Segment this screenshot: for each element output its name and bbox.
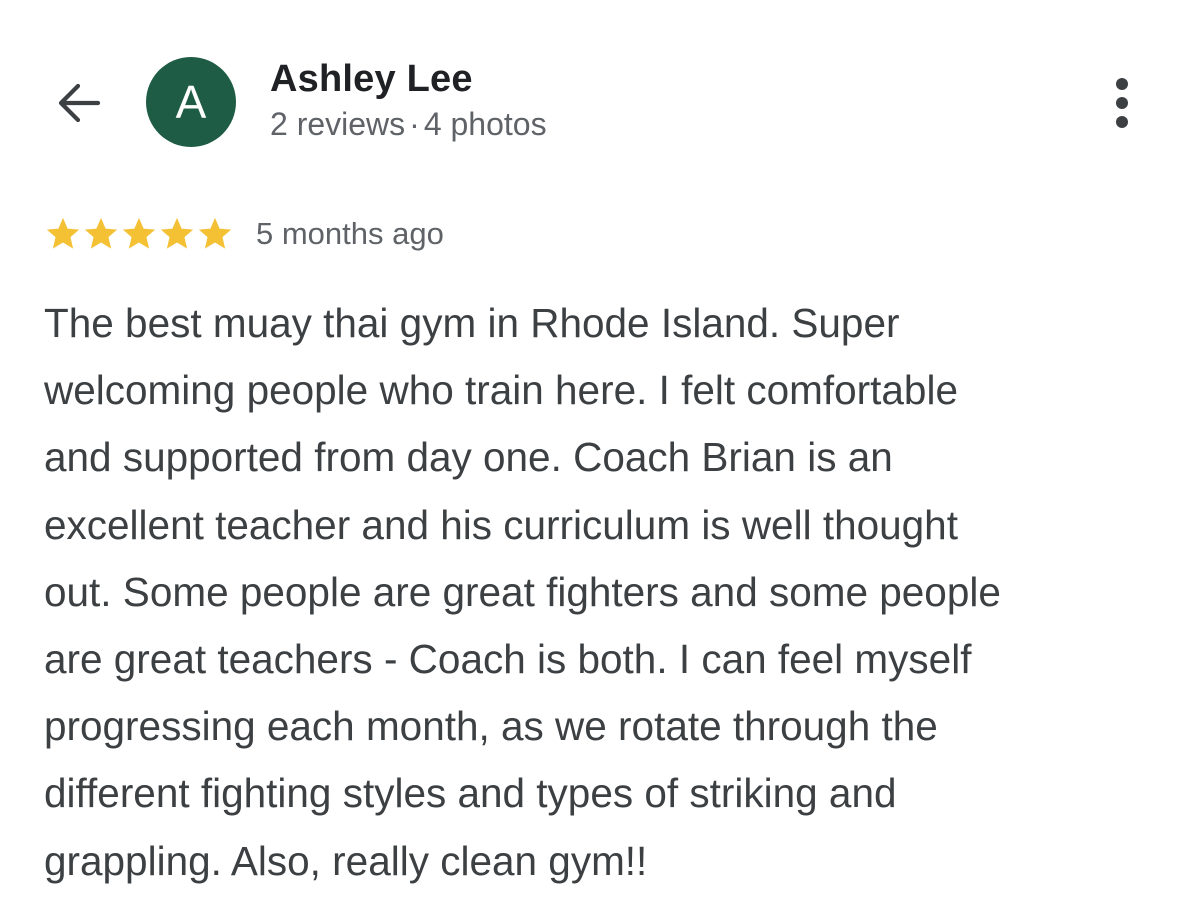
more-options-button[interactable] <box>1100 76 1144 130</box>
back-button[interactable] <box>52 76 106 130</box>
star-rating <box>44 215 234 253</box>
review-date: 5 months ago <box>256 216 444 251</box>
avatar-initial: A <box>175 76 207 128</box>
star-icon <box>84 217 118 249</box>
star-icon <box>46 217 80 249</box>
rating-row: 5 months ago <box>44 212 444 256</box>
avatar[interactable]: A <box>146 57 236 147</box>
reviewer-meta: 2 reviews · 4 photos <box>270 106 547 143</box>
reviewer-name[interactable]: Ashley Lee <box>270 58 473 101</box>
review-page: A Ashley Lee 2 reviews · 4 photos 5 months… <box>0 0 1200 901</box>
review-text: The best muay thai gym in Rhode Island. … <box>44 300 1001 884</box>
photos-count: 4 photos <box>423 106 547 142</box>
more-vertical-icon <box>1116 78 1128 128</box>
meta-separator: · <box>409 106 420 142</box>
arrow-left-icon <box>58 83 101 123</box>
reviews-count: 2 reviews <box>270 106 406 142</box>
star-icon <box>198 217 232 249</box>
star-icon <box>122 217 156 249</box>
star-icon <box>160 217 194 249</box>
